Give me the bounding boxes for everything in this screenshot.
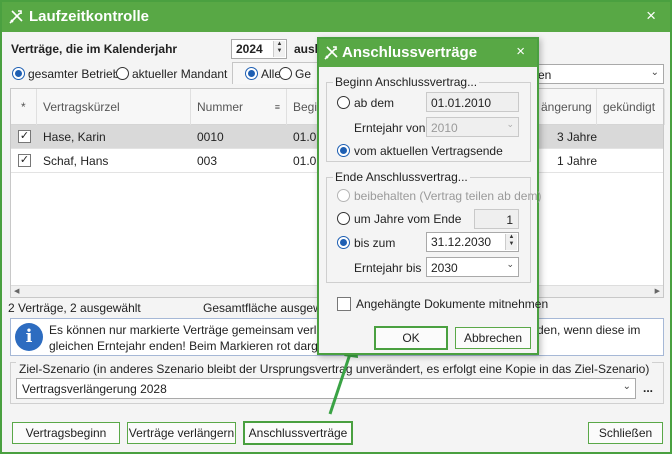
anschlussvertraege-dialog: Anschlussverträge × Beginn Anschlussvert… xyxy=(317,37,548,355)
radio-vom-aktuellen-vertragsende[interactable] xyxy=(337,144,350,157)
erntejahr-bis-select[interactable]: 2030 ⌄ xyxy=(426,257,519,277)
ziel-szenario-value: Vertragsverlängerung 2028 xyxy=(22,382,167,396)
scroll-left-icon[interactable]: ◀ xyxy=(14,287,19,295)
radio-alle-label: Alle xyxy=(261,67,282,81)
row-verlaengerung: 3 Jahre xyxy=(557,130,598,144)
scroll-right-icon[interactable]: ▶ xyxy=(655,287,660,295)
column-header-star[interactable]: * xyxy=(11,89,37,125)
app-tools-icon xyxy=(324,46,338,60)
vertragsbeginn-button[interactable]: Vertragsbeginn xyxy=(12,422,120,444)
window-titlebar: Laufzeitkontrolle × xyxy=(2,2,670,32)
dialog-titlebar: Anschlussverträge × xyxy=(319,39,537,67)
info-icon: i xyxy=(15,323,43,351)
dokumente-label: Angehängte Dokumente mitnehmen xyxy=(356,297,549,311)
more-button[interactable]: ... xyxy=(643,381,653,395)
ende-group-label: Ende Anschlussvertrag... xyxy=(333,170,470,184)
radio-gesamter-betrieb-label: gesamter Betrieb xyxy=(28,67,120,81)
column-header-verlaengerung[interactable]: ängerung xyxy=(537,89,597,125)
radio-aktueller-mandant-label: aktueller Mandant xyxy=(132,67,228,81)
radio-ab-dem[interactable] xyxy=(337,96,350,109)
app-tools-icon xyxy=(9,10,23,24)
erntejahr-bis-label: Erntejahr bis xyxy=(354,261,422,275)
dokumente-checkbox[interactable] xyxy=(337,297,351,311)
radio-aktueller-mandant[interactable] xyxy=(116,67,129,80)
radio-ge-label: Ge xyxy=(295,67,312,81)
column-header-nummer[interactable]: Nummer ≡ xyxy=(191,89,287,125)
row-nummer: 003 xyxy=(197,154,218,168)
erntejahr-bis-value: 2030 xyxy=(431,261,458,275)
row-name: Hase, Karin xyxy=(43,130,106,144)
erntejahr-von-value: 2010 xyxy=(431,121,458,135)
info-line-2: gleichen Erntejahr enden! Beim Markieren… xyxy=(49,339,346,353)
radio-gesamter-betrieb[interactable] xyxy=(12,67,25,80)
um-jahre-field[interactable]: 1 xyxy=(474,209,519,229)
ab-dem-date-field[interactable]: 01.01.2010 xyxy=(426,92,519,112)
info-line-1-end: den, wenn diese im xyxy=(537,323,641,337)
beginn-group: Beginn Anschlussvertrag... ab dem 01.01.… xyxy=(326,75,531,162)
year-value: 2024 xyxy=(236,42,263,56)
erntejahr-von-select[interactable]: 2010 ⌄ xyxy=(426,117,519,137)
year-filter-label: Verträge, die im Kalenderjahr xyxy=(11,42,178,56)
ab-dem-date-value: 01.01.2010 xyxy=(431,96,492,110)
ende-group: Ende Anschlussvertrag... beibehalten (Ve… xyxy=(326,170,541,283)
radio-vom-aktuellen-label: vom aktuellen Vertragsende xyxy=(354,144,503,158)
row-verlaengerung: 1 Jahre xyxy=(557,154,598,168)
radio-ab-dem-label: ab dem xyxy=(354,96,395,110)
radio-ge[interactable] xyxy=(279,67,292,80)
row-name: Schaf, Hans xyxy=(43,154,109,168)
total-area-label: Gesamtfläche ausgewä xyxy=(203,301,329,315)
window-title: Laufzeitkontrolle xyxy=(29,8,150,25)
abbrechen-button[interactable]: Abbrechen xyxy=(455,327,531,349)
um-jahre-value: 1 xyxy=(506,213,513,227)
row-nummer: 0010 xyxy=(197,130,224,144)
bis-zum-date-value: 31.12.2030 xyxy=(431,235,492,249)
close-icon[interactable]: × xyxy=(516,43,525,60)
chevron-down-icon[interactable]: ⌄ xyxy=(651,67,659,78)
radio-alle[interactable] xyxy=(245,67,258,80)
filter-combo-value: en xyxy=(538,68,552,82)
ok-button[interactable]: OK xyxy=(374,326,448,350)
selection-count: 2 Verträge, 2 ausgewählt xyxy=(8,301,141,315)
erntejahr-von-label: Erntejahr von xyxy=(354,121,426,135)
schliessen-button[interactable]: Schließen xyxy=(588,422,663,444)
chevron-down-icon[interactable]: ⌄ xyxy=(506,119,514,130)
sort-icon[interactable]: ≡ xyxy=(275,89,280,125)
bis-zum-date-stepper[interactable]: 31.12.2030 ▲ ▼ xyxy=(426,232,519,252)
stepper-arrows-icon[interactable]: ▲ ▼ xyxy=(273,41,285,57)
radio-beibehalten-label: beibehalten (Vertrag teilen ab dem) xyxy=(354,189,542,203)
anschlussvertraege-button[interactable]: Anschlussverträge xyxy=(243,421,353,445)
info-line-1: Es können nur markierte Verträge gemeins… xyxy=(49,323,348,337)
beginn-group-label: Beginn Anschlussvertrag... xyxy=(333,75,480,89)
year-filter-suffix: ausl xyxy=(294,42,319,56)
radio-um-jahre[interactable] xyxy=(337,212,350,225)
close-icon[interactable]: × xyxy=(646,6,656,26)
stepper-arrows-icon[interactable]: ▲ ▼ xyxy=(505,234,517,250)
column-header-vertragskuerzel[interactable]: Vertragskürzel xyxy=(37,89,191,125)
row-checkbox[interactable]: ✓ xyxy=(18,154,31,167)
chevron-down-icon[interactable]: ⌄ xyxy=(506,259,514,270)
radio-bis-zum-label: bis zum xyxy=(354,236,396,250)
radio-bis-zum[interactable] xyxy=(337,236,350,249)
radio-beibehalten[interactable] xyxy=(337,189,350,202)
year-stepper[interactable]: 2024 ▲ ▼ xyxy=(231,39,287,59)
vertraege-verlaengern-button[interactable]: Verträge verlängern xyxy=(127,422,236,444)
chevron-down-icon[interactable]: ⌄ xyxy=(623,381,631,392)
radio-um-jahre-label: um Jahre vom Ende xyxy=(354,212,462,226)
dialog-title: Anschlussverträge xyxy=(342,44,478,61)
row-checkbox[interactable]: ✓ xyxy=(18,130,31,143)
filter-combo[interactable]: en ⌄ xyxy=(532,64,664,84)
nummer-header-label: Nummer xyxy=(197,100,244,114)
column-header-gekuendigt[interactable]: gekündigt xyxy=(597,89,665,125)
